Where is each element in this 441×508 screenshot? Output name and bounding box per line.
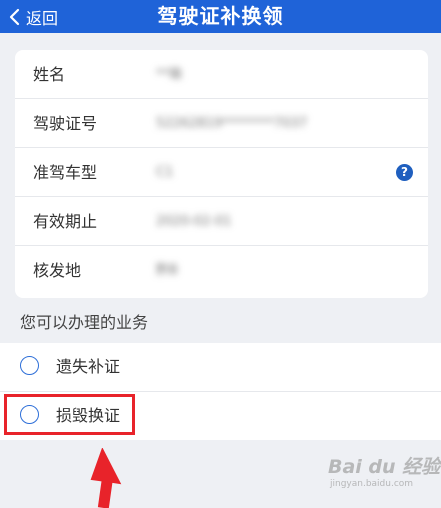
info-value: 2020-02-01	[156, 214, 232, 229]
radio-button[interactable]	[20, 356, 39, 375]
watermark-brand: Bai du 经验	[328, 456, 441, 478]
nav-bar: 返回 驾驶证补换领	[0, 0, 441, 33]
option-label: 遗失补证	[56, 357, 121, 376]
info-row-license-number: 驾驶证号 52262819********7037	[15, 99, 428, 148]
info-value: **瑜	[156, 67, 183, 82]
info-value: 52262819********7037	[156, 116, 308, 131]
services-section-label: 您可以办理的业务	[20, 313, 149, 332]
info-value: C1	[156, 165, 174, 180]
info-value: 黔B	[156, 263, 178, 278]
info-label: 准驾车型	[33, 163, 98, 182]
info-label: 有效期止	[33, 212, 98, 231]
info-row-name: 姓名 **瑜	[15, 50, 428, 99]
license-info-card: 姓名 **瑜 驾驶证号 52262819********7037 准驾车型 C1…	[15, 50, 428, 298]
service-option-lost-replacement[interactable]: 遗失补证	[0, 343, 441, 391]
help-icon[interactable]: ?	[396, 164, 413, 181]
annotation-highlight-box	[4, 394, 135, 435]
info-label: 姓名	[33, 65, 66, 84]
page-title: 驾驶证补换领	[157, 4, 284, 28]
info-label: 核发地	[33, 261, 82, 280]
watermark-url: jingyan.baidu.com	[330, 479, 414, 489]
info-label: 驾驶证号	[33, 114, 98, 133]
info-row-issuer: 核发地 黔B	[15, 246, 428, 295]
annotation-arrow-icon	[90, 448, 122, 508]
watermark: Bai du 经验 jingyan.baidu.com	[328, 452, 440, 489]
info-row-vehicle-class: 准驾车型 C1 ?	[15, 148, 428, 197]
info-row-expiry: 有效期止 2020-02-01	[15, 197, 428, 246]
